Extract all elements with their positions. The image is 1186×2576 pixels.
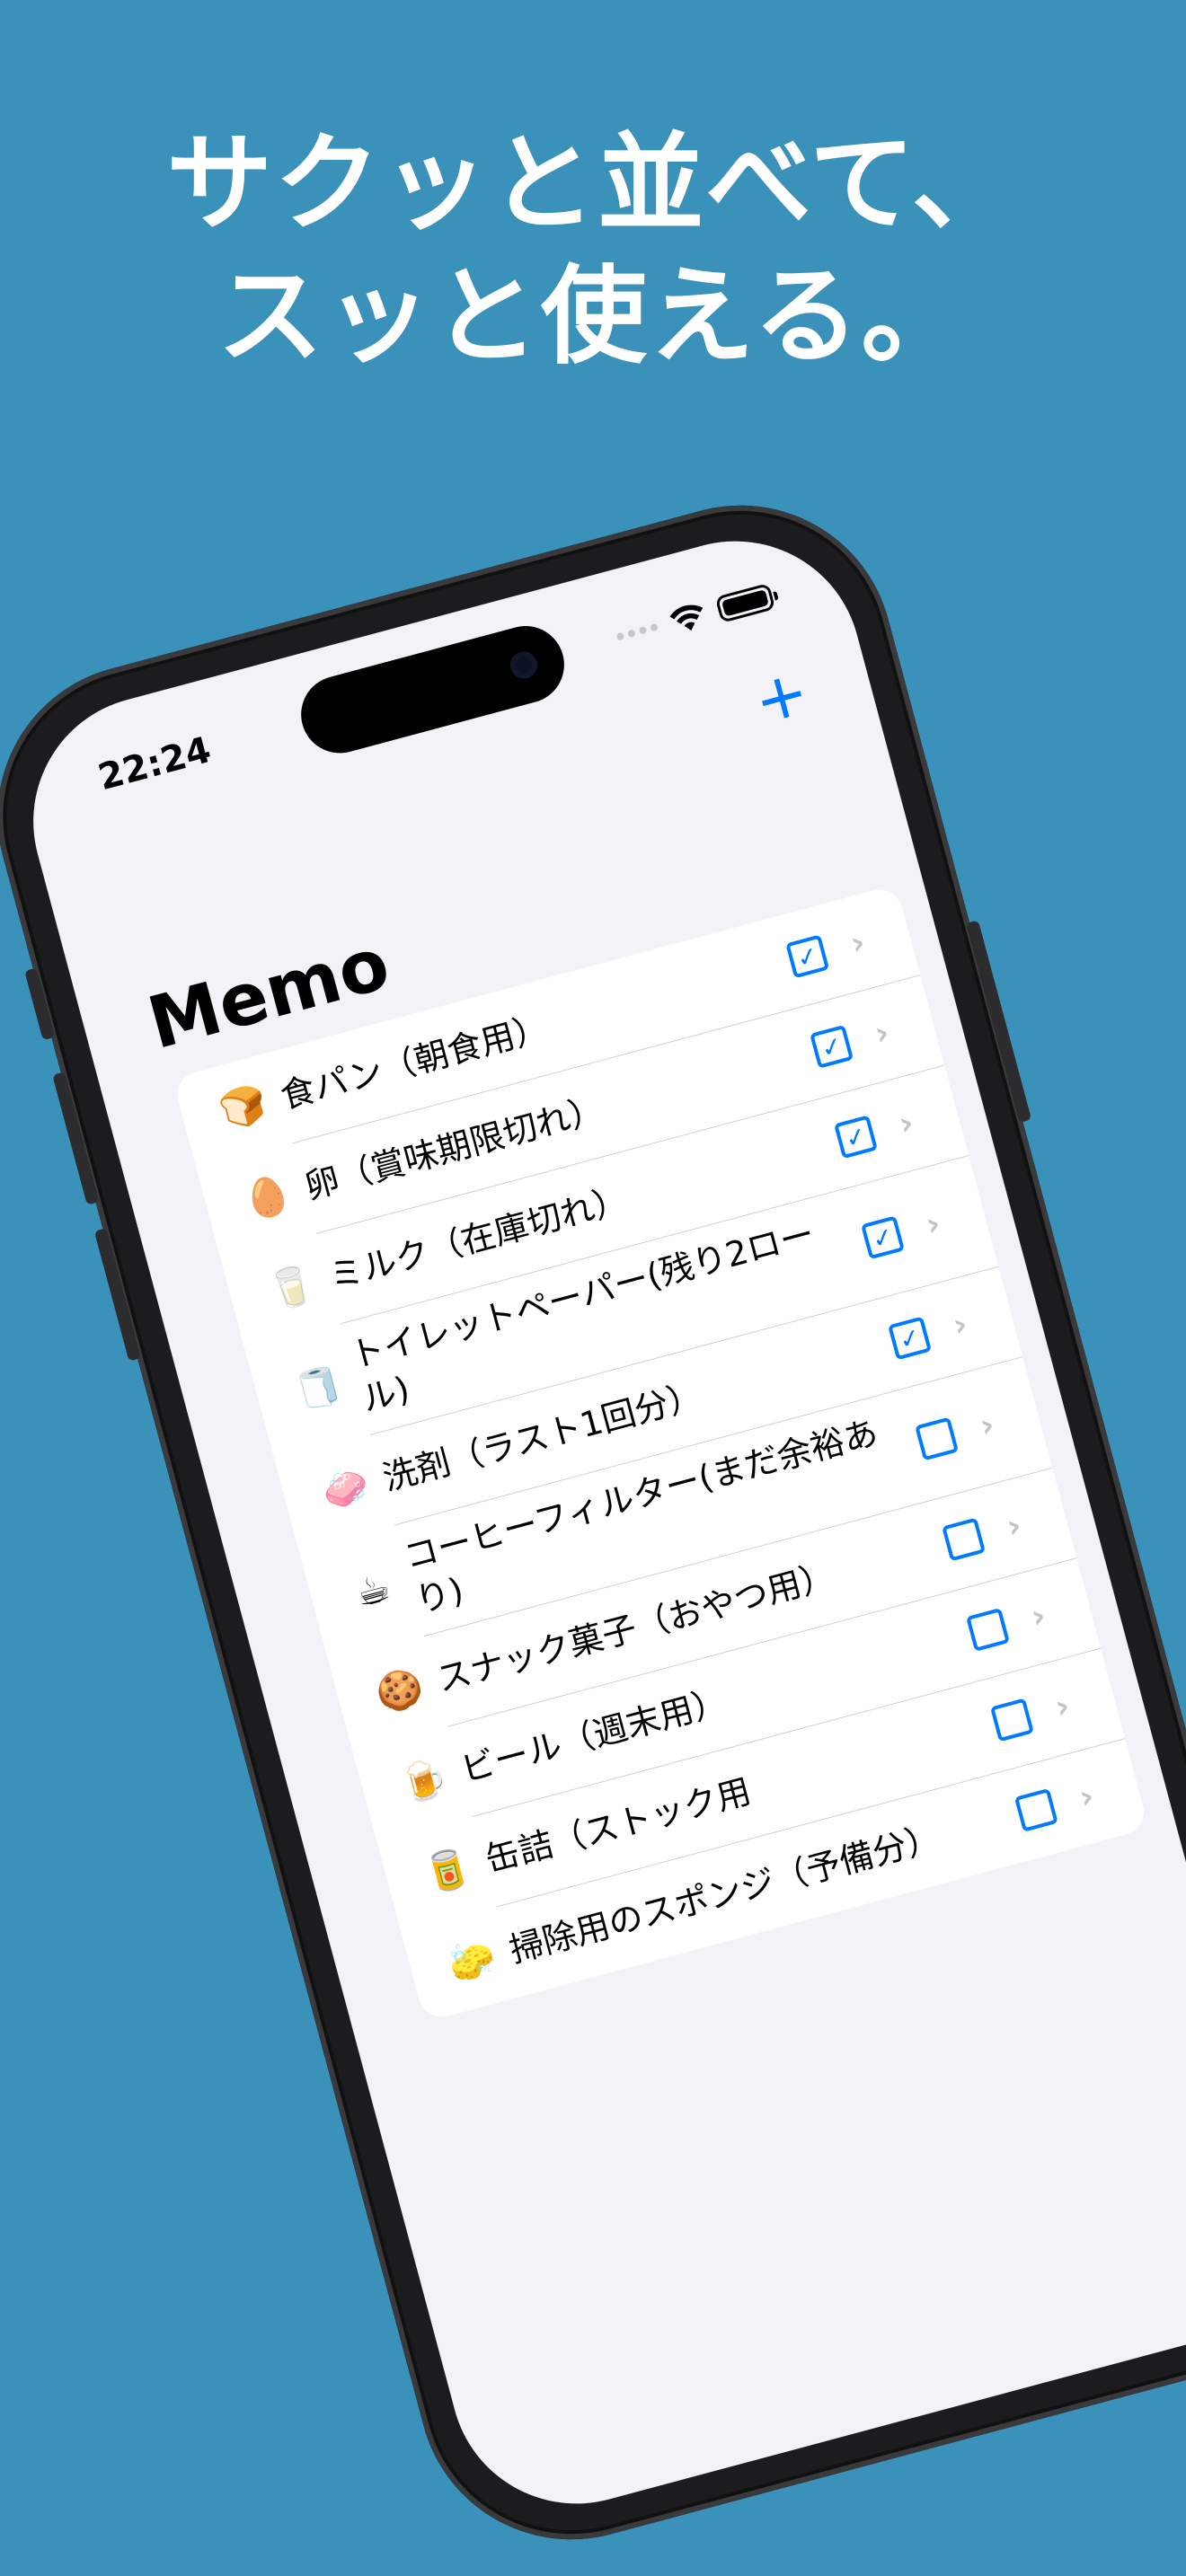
status-time: 22:24 bbox=[93, 728, 216, 799]
headline-line-2: スッと使える。 bbox=[217, 254, 969, 378]
status-indicators bbox=[612, 578, 776, 655]
chevron-right-icon[interactable]: › bbox=[965, 1403, 1009, 1448]
chevron-right-icon[interactable]: › bbox=[992, 1504, 1036, 1548]
chevron-right-icon[interactable]: › bbox=[1016, 1593, 1060, 1638]
chevron-right-icon[interactable]: › bbox=[1065, 1774, 1109, 1819]
cellular-signal-icon bbox=[615, 622, 659, 641]
chevron-right-icon[interactable]: › bbox=[911, 1202, 955, 1247]
checkbox-unchecked[interactable] bbox=[942, 1517, 987, 1562]
chevron-right-icon[interactable]: › bbox=[1040, 1684, 1084, 1729]
checkbox-unchecked[interactable] bbox=[966, 1607, 1010, 1652]
battery-icon bbox=[714, 582, 776, 623]
checkbox-checked[interactable]: ✓ bbox=[861, 1215, 906, 1260]
chevron-right-icon[interactable]: › bbox=[860, 1010, 904, 1055]
checkbox-unchecked[interactable] bbox=[915, 1416, 960, 1461]
checkbox-checked[interactable]: ✓ bbox=[833, 1115, 878, 1160]
checkbox-checked[interactable]: ✓ bbox=[785, 934, 830, 979]
checkbox-checked[interactable]: ✓ bbox=[888, 1316, 933, 1361]
add-item-button[interactable]: + bbox=[747, 654, 817, 738]
checkbox-unchecked[interactable] bbox=[1013, 1787, 1058, 1832]
phone-mockup: 22:24 + Memo 🍞 食パン（朝食用） ✓ › 🥚 卵（賞味期限切れ） ✓ › 🥛 ミルク… bbox=[0, 471, 1186, 2574]
wifi-icon bbox=[669, 604, 704, 631]
checkbox-checked[interactable]: ✓ bbox=[810, 1024, 854, 1069]
chevron-right-icon[interactable]: › bbox=[836, 921, 880, 966]
headline: サクッと並べて、 スッと使える。 bbox=[0, 117, 1186, 383]
chevron-right-icon[interactable]: › bbox=[938, 1302, 982, 1347]
checkbox-unchecked[interactable] bbox=[989, 1698, 1034, 1742]
screenshot-canvas: サクッと並べて、 スッと使える。 22:24 + Memo 🍞 食パン（朝食用）… bbox=[0, 0, 1186, 2576]
headline-line-1: サクッと並べて、 bbox=[166, 121, 1020, 245]
chevron-right-icon[interactable]: › bbox=[884, 1101, 928, 1146]
front-camera-icon bbox=[507, 648, 541, 682]
